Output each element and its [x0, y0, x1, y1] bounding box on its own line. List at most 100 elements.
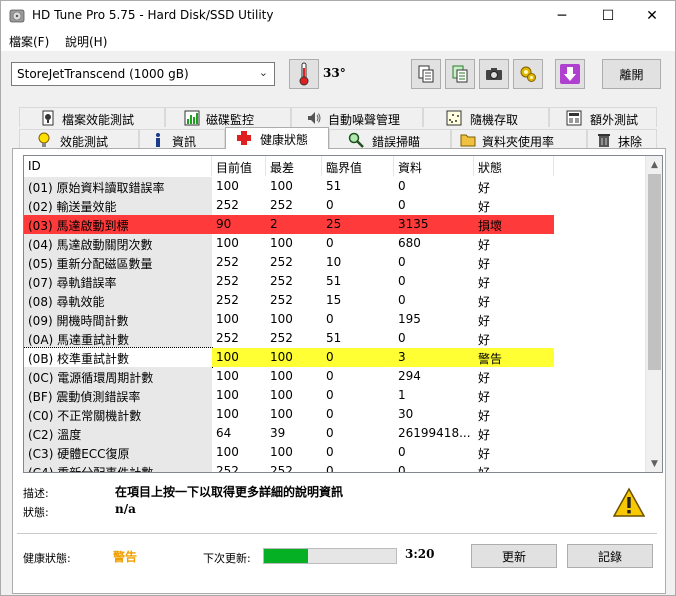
column-header-current[interactable]: 目前值 — [212, 156, 266, 176]
cell-worst: 39 — [270, 426, 286, 440]
cell-status: 好 — [478, 428, 491, 442]
cell-threshold: 0 — [326, 236, 334, 250]
table-row[interactable]: (BF) 震動偵測錯誤率 100 100 0 1 好 — [24, 386, 646, 405]
thermometer-icon — [299, 62, 309, 86]
exit-button[interactable]: 離開 — [602, 59, 661, 89]
table-row[interactable]: (08) 尋軌效能 252 252 15 0 好 — [24, 291, 646, 310]
menu-help[interactable]: 說明(H) — [65, 33, 107, 50]
tab-random-access[interactable]: 隨機存取 — [423, 107, 549, 127]
cell-data: 0 — [398, 274, 406, 288]
cell-id: (02) 輸送量效能 — [24, 196, 212, 215]
drive-select[interactable]: StoreJetTranscend (1000 gB) ⌄ — [11, 62, 275, 86]
vertical-scrollbar[interactable]: ▲ ▼ — [645, 156, 662, 472]
menu-file[interactable]: 檔案(F) — [9, 33, 49, 50]
table-row[interactable]: (C4) 重新分配事件計數 252 252 0 0 好 — [24, 462, 646, 473]
cell-worst: 252 — [270, 293, 293, 307]
cell-data: 0 — [398, 198, 406, 212]
cell-id: (01) 原始資料讀取錯誤率 — [24, 177, 212, 196]
folder-icon — [460, 134, 476, 147]
cell-status: 好 — [478, 333, 491, 347]
table-row[interactable]: (0A) 馬達重試計數 252 252 51 0 好 — [24, 329, 646, 348]
table-row[interactable]: (01) 原始資料讀取錯誤率 100 100 51 0 好 — [24, 177, 646, 196]
temperature-button[interactable] — [289, 59, 319, 89]
speaker-icon — [308, 112, 321, 124]
cell-status: 好 — [478, 181, 491, 195]
extra-tests-icon — [566, 110, 582, 126]
table-row[interactable]: (C2) 溫度 64 39 0 26199418... 好 — [24, 424, 646, 443]
options-button[interactable] — [513, 59, 543, 89]
cell-threshold: 0 — [326, 445, 334, 459]
tab-erase[interactable]: 抹除 — [587, 129, 657, 149]
scroll-thumb[interactable] — [648, 174, 661, 370]
cell-threshold: 25 — [322, 215, 394, 234]
tab-file-benchmark[interactable]: 檔案效能測試 — [19, 107, 165, 127]
cell-worst: 252 — [270, 255, 293, 269]
refresh-button[interactable]: 更新 — [471, 544, 557, 568]
save-button[interactable] — [555, 59, 585, 89]
screenshot-button[interactable] — [479, 59, 509, 89]
tab-disk-monitor[interactable]: 磁碟監控 — [165, 107, 291, 127]
tab-label: 自動噪聲管理 — [328, 113, 401, 127]
cell-data: 0 — [398, 255, 406, 269]
table-row[interactable]: (09) 開機時間計數 100 100 0 195 好 — [24, 310, 646, 329]
table-row[interactable]: (0B) 校準重試計數 100 100 0 3 警告 — [24, 347, 646, 368]
cell-worst: 252 — [270, 464, 293, 473]
tab-error-scan[interactable]: 錯誤掃瞄 — [329, 129, 451, 149]
copy-all-icon — [452, 65, 468, 83]
table-row[interactable]: (C3) 硬體ECC復原 100 100 0 0 好 — [24, 443, 646, 462]
cell-current: 100 — [216, 388, 239, 402]
smart-table[interactable]: ID 目前值 最差 臨界值 資料 狀態 (01) 原始資料讀取錯誤率 100 100… — [23, 155, 663, 473]
log-button[interactable]: 記錄 — [567, 544, 653, 568]
column-header-threshold[interactable]: 臨界值 — [322, 156, 394, 176]
tab-folder-usage[interactable]: 資料夾使用率 — [451, 129, 587, 149]
column-header-id[interactable]: ID — [24, 156, 212, 176]
status-label: 狀態: — [23, 506, 49, 519]
cell-threshold: 51 — [326, 179, 342, 193]
cell-current: 64 — [216, 426, 232, 440]
table-row[interactable]: (03) 馬達啟動到標 90 2 25 3135 損壞 — [24, 215, 646, 234]
app-icon — [9, 9, 25, 23]
tab-label: 隨機存取 — [470, 113, 519, 127]
cell-data: 1 — [398, 388, 406, 402]
cell-current: 100 — [212, 348, 266, 367]
tab-info[interactable]: 資訊 — [139, 129, 225, 149]
maximize-button[interactable]: ☐ — [585, 1, 631, 31]
cell-data: 0 — [398, 445, 406, 459]
next-update-label: 下次更新: — [203, 552, 251, 565]
table-row[interactable]: (02) 輸送量效能 252 252 0 0 好 — [24, 196, 646, 215]
column-header-worst[interactable]: 最差 — [266, 156, 322, 176]
minimize-icon: ─ — [557, 8, 567, 24]
cell-status: 好 — [478, 276, 491, 290]
tab-extra-tests[interactable]: 額外測試 — [549, 107, 657, 127]
scroll-down-icon[interactable]: ▼ — [646, 455, 662, 472]
column-header-status[interactable]: 狀態 — [474, 156, 554, 176]
cell-status: 好 — [478, 200, 491, 214]
cell-worst: 252 — [270, 274, 293, 288]
cell-threshold: 0 — [326, 388, 334, 402]
copy-all-button[interactable] — [445, 59, 475, 89]
table-row[interactable]: (C0) 不正常關機計數 100 100 0 30 好 — [24, 405, 646, 424]
health-status-value: 警告 — [113, 550, 138, 564]
table-row[interactable]: (0C) 電源循環周期計數 100 100 0 294 好 — [24, 367, 646, 386]
log-label: 記錄 — [597, 549, 622, 564]
gears-icon — [520, 66, 536, 82]
tab-noise-management[interactable]: 自動噪聲管理 — [291, 107, 423, 127]
tab-health[interactable]: 健康狀態 — [225, 127, 329, 149]
table-row[interactable]: (05) 重新分配磁區數量 252 252 10 0 好 — [24, 253, 646, 272]
table-row[interactable]: (04) 馬達啟動關閉次數 100 100 0 680 好 — [24, 234, 646, 253]
table-row[interactable]: (07) 尋軌錯誤率 252 252 51 0 好 — [24, 272, 646, 291]
column-header-data[interactable]: 資料 — [394, 156, 474, 176]
random-access-icon — [446, 110, 462, 126]
cell-threshold: 0 — [326, 369, 334, 383]
close-button[interactable]: ✕ — [629, 1, 675, 31]
copy-button[interactable] — [411, 59, 441, 89]
tab-benchmark[interactable]: 效能測試 — [19, 129, 139, 149]
copy-icon — [418, 65, 434, 83]
minimize-button[interactable]: ─ — [539, 1, 585, 31]
cell-id: (0C) 電源循環周期計數 — [24, 367, 212, 386]
scroll-up-icon[interactable]: ▲ — [646, 156, 662, 173]
update-progress-bar — [263, 548, 397, 564]
health-panel: ID 目前值 最差 臨界值 資料 狀態 (01) 原始資料讀取錯誤率 100 100… — [12, 148, 666, 594]
tab-label: 額外測試 — [590, 113, 639, 127]
cell-status: 好 — [478, 314, 491, 328]
